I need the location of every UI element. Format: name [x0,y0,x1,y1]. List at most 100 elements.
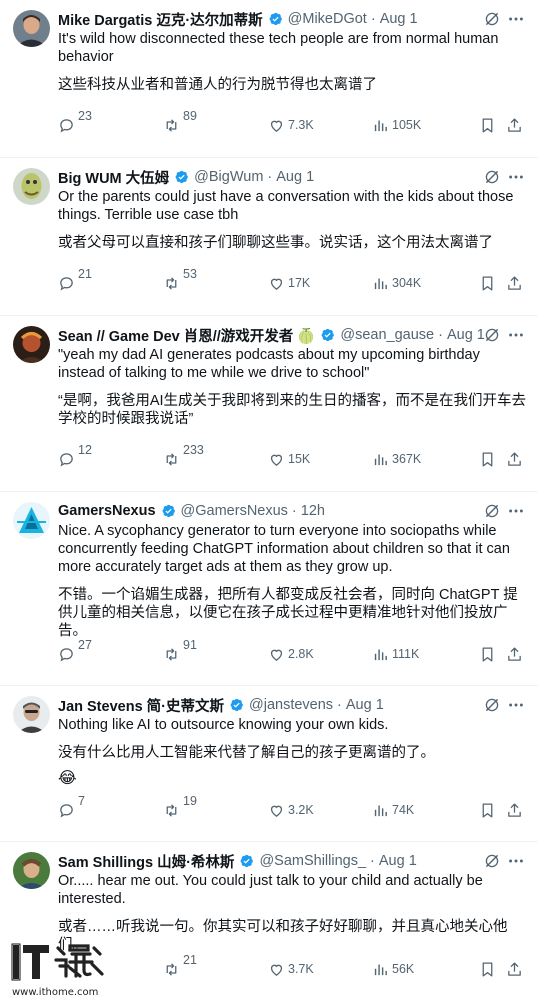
share-button[interactable] [506,451,523,468]
repost-button[interactable]: 89 [163,109,197,134]
share-button[interactable] [506,275,523,292]
tweet[interactable]: GamersNexus @GamersNexus · 12h Nice. A s… [0,492,538,686]
avatar[interactable] [13,852,50,889]
tweet-text: Or..... hear me out. You could just talk… [58,873,483,907]
grok-icon[interactable] [484,169,500,185]
bookmark-button[interactable] [479,961,496,978]
views-button[interactable]: 56K [372,961,414,978]
like-button[interactable]: 17K [268,275,310,292]
tweet-header: Big WUM 大伍姆 @BigWum · Aug 1 [58,167,538,187]
repost-button[interactable]: 19 [163,794,197,819]
handle[interactable]: @SamShillings_ [259,853,366,869]
avatar[interactable] [13,502,50,539]
like-button[interactable]: 2.8K [268,646,314,663]
handle[interactable]: @MikeDGot [288,11,367,27]
grok-icon[interactable] [484,11,500,27]
heart-icon [270,649,283,661]
reply-icon [60,277,73,291]
view-count: 56K [392,962,415,976]
tweet[interactable]: Big WUM 大伍姆 @BigWum · Aug 1 Or the paren… [0,158,538,316]
views-button[interactable]: 367K [372,451,421,468]
more-options-icon[interactable] [507,696,525,714]
reply-icon [60,648,73,662]
reply-button[interactable]: 12 [58,443,92,468]
display-name[interactable]: Big WUM 大伍姆 [58,167,169,188]
view-count: 111K [392,647,420,661]
more-options-icon[interactable] [507,168,525,186]
display-name[interactable]: Mike Dargatis 迈克·达尔加蒂斯 [58,9,263,30]
repost-count: 21 [183,953,197,967]
repost-icon [166,453,177,466]
separator-dot: · [337,697,342,713]
timestamp[interactable]: Aug 1 [276,169,314,185]
reply-count: 12 [78,443,92,457]
like-count: 3.2K [288,803,314,817]
more-options-icon[interactable] [507,10,525,28]
bookmark-icon [482,452,493,467]
handle[interactable]: @sean_gause [340,327,434,343]
tweet-actions: 21 53 17K 304K [0,267,538,297]
avatar[interactable] [13,168,50,205]
separator-dot: · [370,11,376,27]
like-count: 15K [288,452,311,466]
tweet-translation: 或者……听我说一句。你其实可以和孩子好好聊聊，并且真心地关心他们。 [58,919,508,953]
avatar[interactable] [13,696,50,733]
grok-icon[interactable] [484,853,500,869]
bookmark-button[interactable] [479,117,496,134]
bookmark-button[interactable] [479,802,496,819]
tweet-text: "yeah my dad AI generates podcasts about… [58,347,480,381]
handle[interactable]: @GamersNexus [181,503,288,519]
grok-icon[interactable] [484,327,500,343]
reply-button[interactable]: 23 [58,109,92,134]
repost-button[interactable]: 21 [163,953,197,978]
repost-button[interactable]: 53 [163,267,197,292]
display-name[interactable]: Sam Shillings 山姆·希林斯 [58,851,234,872]
display-name[interactable]: GamersNexus [58,503,156,519]
like-button[interactable]: 3.7K [268,961,314,978]
bookmark-button[interactable] [479,451,496,468]
handle[interactable]: @janstevens [249,697,333,713]
heart-icon [270,454,283,466]
grok-icon[interactable] [484,503,500,519]
like-button[interactable]: 3.2K [268,802,314,819]
tweet-body: "yeah my dad AI generates podcasts about… [58,346,528,428]
reply-count: 21 [78,267,92,281]
tweet[interactable]: Sean // Game Dev 肖恩//游戏开发者 🍈 @sean_gause… [0,316,538,492]
bookmark-button[interactable] [479,275,496,292]
repost-button[interactable]: 91 [163,638,197,663]
avatar[interactable] [13,10,50,47]
reply-button[interactable]: 7 [58,794,85,819]
views-button[interactable]: 304K [372,275,421,292]
timestamp[interactable]: 12h [301,503,325,519]
tweet-translation: 这些科技从业者和普通人的行为脱节得也太离谱了 [58,77,377,93]
timestamp[interactable]: Aug 1 [447,327,485,343]
more-options-icon[interactable] [507,502,525,520]
repost-button[interactable]: 233 [163,443,204,468]
display-name[interactable]: Sean // Game Dev 肖恩//游戏开发者 🍈 [58,325,315,346]
like-button[interactable]: 7.3K [268,117,314,134]
timestamp[interactable]: Aug 1 [380,11,418,27]
display-name[interactable]: Jan Stevens 简·史蒂文斯 [58,695,224,716]
view-count: 304K [392,276,422,290]
views-button[interactable]: 74K [372,802,414,819]
timestamp[interactable]: Aug 1 [346,697,384,713]
reply-button[interactable]: 21 [58,267,92,292]
share-button[interactable] [506,802,523,819]
more-options-icon[interactable] [507,852,525,870]
tweet-body: Nice. A sycophancy generator to turn eve… [58,522,528,640]
avatar[interactable] [13,326,50,363]
share-button[interactable] [506,117,523,134]
share-button[interactable] [506,646,523,663]
reply-button[interactable]: 27 [58,638,92,663]
views-button[interactable]: 105K [372,117,421,134]
views-button[interactable]: 111K [372,646,419,663]
share-button[interactable] [506,961,523,978]
like-button[interactable]: 15K [268,451,310,468]
tweet[interactable]: Jan Stevens 简·史蒂文斯 @janstevens · Aug 1 N… [0,686,538,842]
tweet[interactable]: Mike Dargatis 迈克·达尔加蒂斯 @MikeDGot · Aug 1… [0,0,538,158]
more-options-icon[interactable] [507,326,525,344]
timestamp[interactable]: Aug 1 [379,853,417,869]
grok-icon[interactable] [484,697,500,713]
handle[interactable]: @BigWum [194,169,263,185]
bookmark-button[interactable] [479,646,496,663]
